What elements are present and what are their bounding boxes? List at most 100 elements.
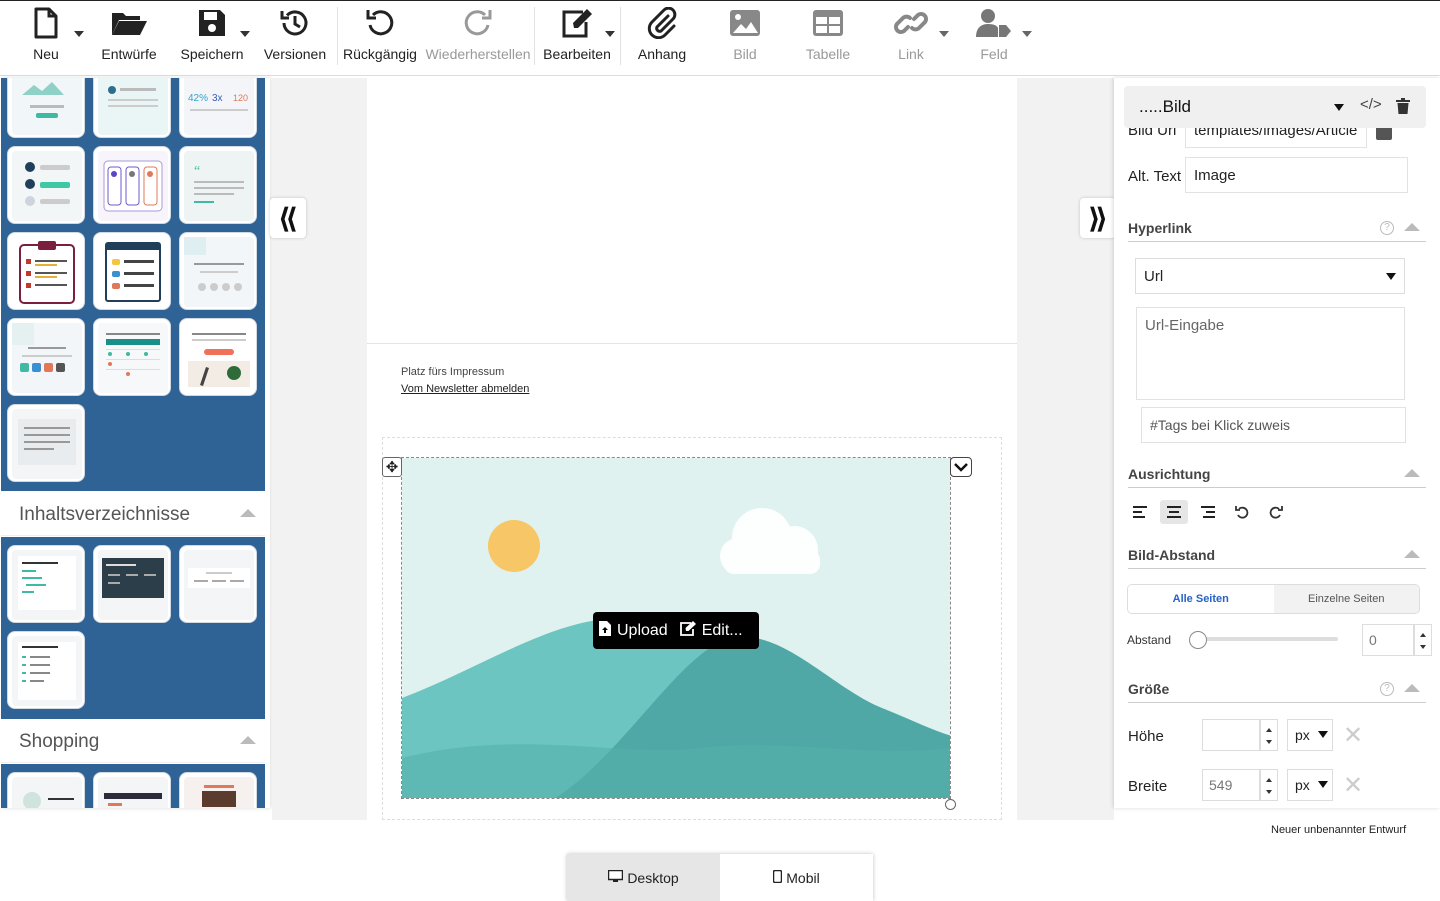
clear-width-icon[interactable]: ✕ [1343, 771, 1363, 800]
new-button[interactable]: Neu [16, 1, 84, 77]
edit-button[interactable]: Bearbeiten [543, 1, 615, 77]
tags-input[interactable]: #Tags bei Klick zuweis [1141, 407, 1406, 443]
width-stepper[interactable] [1260, 769, 1278, 801]
link-button[interactable]: Link [881, 1, 949, 77]
height-label: Höhe [1128, 728, 1164, 745]
spacing-slider-thumb[interactable] [1189, 631, 1207, 649]
spacing-slider-track[interactable] [1198, 637, 1338, 641]
upload-button[interactable]: Upload [593, 620, 674, 641]
edit-image-button[interactable]: Edit... [674, 620, 749, 641]
height-stepper[interactable] [1260, 719, 1278, 751]
collapse-up-icon[interactable] [1404, 223, 1420, 231]
single-sides-tab[interactable]: Einzelne Seiten [1273, 585, 1419, 613]
clear-height-icon[interactable]: ✕ [1343, 721, 1363, 750]
toolbar-separator [620, 7, 621, 65]
edit-pen-icon [679, 620, 696, 641]
template-tile[interactable] [93, 318, 171, 396]
width-input[interactable]: 549 [1202, 769, 1260, 801]
element-title: .....Bild [1139, 97, 1191, 116]
hyperlink-section-header[interactable]: Hyperlink ? [1128, 216, 1426, 242]
link-type-value: Url [1144, 268, 1164, 285]
width-unit-select[interactable]: px [1287, 769, 1333, 801]
alignment-section-header[interactable]: Ausrichtung [1128, 462, 1426, 488]
rotate-right-icon[interactable] [1262, 500, 1290, 524]
unsubscribe-link[interactable]: Vom Newsletter abmelden [401, 383, 529, 395]
redo-button[interactable]: Wiederherstellen [425, 1, 531, 77]
table-button[interactable]: Tabelle [798, 1, 858, 77]
template-tile[interactable] [179, 772, 257, 808]
url-input[interactable]: Url-Eingabe [1136, 307, 1405, 400]
monitor-icon [608, 869, 624, 886]
template-tile[interactable] [7, 146, 85, 224]
template-tile[interactable] [7, 772, 85, 808]
alt-text-input[interactable]: Image [1185, 157, 1408, 193]
versions-button[interactable]: Versionen [264, 1, 326, 77]
template-tile[interactable] [7, 232, 85, 310]
collapse-up-icon[interactable] [240, 736, 256, 744]
save-button[interactable]: Speichern [180, 1, 250, 77]
collapse-up-icon[interactable] [1404, 550, 1420, 558]
image-button[interactable]: Bild [715, 1, 775, 77]
paperclip-icon [632, 1, 692, 45]
spacing-section-header[interactable]: Bild-Abstand [1128, 543, 1426, 569]
chevron-down-icon[interactable] [950, 457, 972, 477]
chevron-down-icon [1318, 781, 1328, 788]
trash-icon[interactable] [1396, 98, 1410, 119]
help-icon[interactable]: ? [1380, 682, 1394, 696]
help-icon[interactable]: ? [1380, 221, 1394, 235]
element-dropdown-icon[interactable] [1334, 104, 1344, 111]
edit-label: Edit... [701, 621, 743, 639]
template-tile[interactable] [7, 545, 85, 623]
resize-handle[interactable] [945, 799, 956, 810]
attachment-button[interactable]: Anhang [632, 1, 692, 77]
template-group-layout: 42% 3x 120 “ [1, 78, 265, 491]
collapse-up-icon[interactable] [1404, 684, 1420, 692]
template-tile[interactable] [93, 232, 171, 310]
collapse-up-icon[interactable] [240, 509, 256, 517]
template-tile[interactable] [179, 545, 257, 623]
template-tile[interactable] [93, 545, 171, 623]
collapse-right-panel-icon[interactable]: ⟫ [1080, 198, 1116, 238]
template-tile[interactable]: 42% 3x 120 [179, 78, 257, 138]
impressum-placeholder[interactable]: Platz fürs Impressum [401, 366, 504, 378]
rotate-left-icon[interactable] [1228, 500, 1256, 524]
section-header-shopping[interactable]: Shopping [1, 719, 265, 763]
link-type-select[interactable]: Url [1135, 258, 1405, 294]
template-tile[interactable] [93, 78, 171, 138]
image-action-toolbar: Upload Edit... [593, 612, 759, 649]
chevron-down-icon [1318, 731, 1328, 738]
toolbar-separator [534, 7, 535, 65]
drafts-button[interactable]: Entwürfe [99, 1, 159, 77]
template-tile[interactable] [93, 772, 171, 808]
edit-pen-icon [547, 1, 615, 45]
code-icon[interactable]: </> [1360, 96, 1382, 113]
size-section-header[interactable]: Größe ? [1128, 677, 1426, 703]
template-tile[interactable] [179, 232, 257, 310]
align-right-icon[interactable] [1194, 500, 1222, 524]
move-handle-icon[interactable]: ✥ [382, 457, 402, 477]
mobile-view-button[interactable]: Mobil [720, 854, 873, 901]
template-tile[interactable] [7, 318, 85, 396]
field-button[interactable]: Feld [964, 1, 1032, 77]
align-left-icon[interactable] [1126, 500, 1154, 524]
undo-button[interactable]: Rückgängig [343, 1, 417, 77]
desktop-view-button[interactable]: Desktop [567, 854, 720, 901]
section-title: Inhaltsverzeichnisse [19, 504, 191, 525]
collapse-left-panel-icon[interactable]: ⟪ [270, 198, 306, 238]
redo-icon [448, 1, 508, 45]
spacing-input[interactable]: 0 [1362, 624, 1414, 656]
section-header-toc[interactable]: Inhaltsverzeichnisse [1, 492, 265, 536]
template-tile[interactable] [7, 78, 85, 138]
collapse-up-icon[interactable] [1404, 469, 1420, 477]
template-tile[interactable] [7, 404, 85, 482]
template-tile[interactable]: “ [179, 146, 257, 224]
template-tile[interactable] [93, 146, 171, 224]
template-tile[interactable] [7, 631, 85, 709]
height-unit-select[interactable]: px [1287, 719, 1333, 751]
template-tile[interactable] [179, 318, 257, 396]
all-sides-tab[interactable]: Alle Seiten [1128, 585, 1274, 613]
spacing-stepper[interactable] [1414, 624, 1432, 656]
height-input[interactable] [1202, 719, 1260, 751]
align-center-icon[interactable] [1160, 500, 1188, 524]
section-title: Bild-Abstand [1128, 547, 1216, 563]
